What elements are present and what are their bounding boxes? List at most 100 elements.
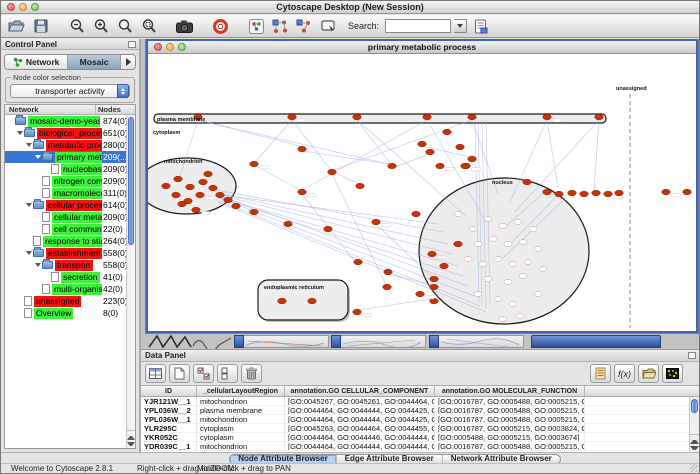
table-row[interactable]: YLR295Ccytoplasm[GO:0045263, GO:0044464,… bbox=[141, 424, 699, 433]
resize-grip[interactable] bbox=[690, 464, 698, 472]
network-node[interactable] bbox=[356, 183, 365, 189]
network-node[interactable] bbox=[436, 163, 445, 169]
network-node[interactable] bbox=[250, 161, 259, 167]
network-node[interactable] bbox=[468, 114, 477, 120]
network-node[interactable] bbox=[383, 284, 392, 290]
network-node-unselected[interactable] bbox=[474, 242, 482, 247]
minimized-window-titlebar[interactable] bbox=[429, 335, 439, 348]
network-window-titlebar[interactable]: primary metabolic process bbox=[148, 41, 696, 54]
formula-builder-icon[interactable]: f(x) bbox=[614, 364, 635, 383]
network-node-unselected[interactable] bbox=[534, 292, 542, 297]
network-node-unselected[interactable] bbox=[509, 302, 517, 307]
network-node-unselected[interactable] bbox=[469, 227, 477, 232]
network-node[interactable] bbox=[324, 226, 333, 232]
network-node[interactable] bbox=[592, 190, 601, 196]
attribute-list-icon[interactable] bbox=[590, 364, 611, 383]
network-node-unselected[interactable] bbox=[474, 292, 482, 297]
network-node[interactable] bbox=[354, 259, 363, 265]
network-node[interactable] bbox=[196, 192, 205, 198]
network-node-unselected[interactable] bbox=[514, 220, 522, 225]
network-node[interactable] bbox=[172, 192, 181, 198]
network-node-unselected[interactable] bbox=[504, 280, 512, 285]
network-node-unselected[interactable] bbox=[519, 274, 527, 279]
network-node[interactable] bbox=[384, 269, 393, 275]
tree-scroll-arrows[interactable] bbox=[127, 430, 135, 448]
network-node[interactable] bbox=[461, 163, 470, 169]
apply-spring-layout-icon[interactable] bbox=[294, 16, 315, 36]
network-node[interactable] bbox=[580, 191, 589, 197]
network-node-unselected[interactable] bbox=[454, 212, 462, 217]
column-header[interactable]: _cellularLayoutRegion bbox=[197, 386, 285, 396]
network-node[interactable] bbox=[440, 263, 449, 269]
network-node[interactable] bbox=[543, 189, 552, 195]
zoom-fit-icon[interactable] bbox=[138, 16, 159, 36]
network-node-unselected[interactable] bbox=[519, 240, 527, 245]
network-node-unselected[interactable] bbox=[464, 257, 472, 262]
tree-row-primary-metabo[interactable]: primary metabo209(... bbox=[5, 151, 135, 163]
network-node[interactable] bbox=[288, 114, 297, 120]
network-node[interactable] bbox=[224, 197, 233, 203]
network-node[interactable] bbox=[174, 176, 183, 182]
zoom-in-icon[interactable] bbox=[90, 16, 111, 36]
column-header[interactable]: annotation.GO MOLECULAR_FUNCTION bbox=[435, 386, 585, 396]
network-close-button[interactable] bbox=[154, 43, 162, 51]
table-scrollbar-thumb[interactable] bbox=[691, 399, 698, 413]
apply-layout-icon[interactable] bbox=[270, 16, 291, 36]
network-node[interactable] bbox=[353, 309, 362, 315]
network-node[interactable] bbox=[372, 219, 381, 225]
node-color-dropdown[interactable]: transporter activity bbox=[10, 84, 130, 98]
tab-network[interactable]: Network bbox=[5, 55, 68, 69]
minimized-window-titlebar[interactable] bbox=[531, 335, 661, 348]
region-plasma-membrane[interactable] bbox=[154, 114, 606, 123]
tab-mosaic[interactable]: Mosaic bbox=[68, 55, 121, 69]
snapshot-camera-icon[interactable] bbox=[174, 16, 195, 36]
tree-row-response-to-stimulu[interactable]: response to stimulu264(0) bbox=[5, 235, 135, 247]
column-header[interactable]: ID bbox=[141, 386, 197, 396]
zoom-selected-icon[interactable] bbox=[114, 16, 135, 36]
network-node-unselected[interactable] bbox=[479, 262, 487, 267]
tree-row-cell-communicat[interactable]: cell communicat22(0) bbox=[5, 223, 135, 235]
create-attribute-icon[interactable] bbox=[169, 364, 190, 383]
network-node[interactable] bbox=[199, 179, 208, 185]
delete-attribute-trash-icon[interactable] bbox=[241, 364, 262, 383]
help-lifebuoy-icon[interactable] bbox=[210, 16, 231, 36]
unselect-all-attributes-icon[interactable] bbox=[217, 364, 238, 383]
network-node[interactable] bbox=[232, 203, 241, 209]
network-node[interactable] bbox=[615, 190, 624, 196]
network-node[interactable] bbox=[523, 179, 532, 185]
zoom-out-icon[interactable] bbox=[66, 16, 87, 36]
minimize-button[interactable] bbox=[19, 3, 27, 11]
network-node[interactable] bbox=[543, 114, 552, 120]
tree-row-nucleobase-[interactable]: nucleobase-209(0) bbox=[5, 163, 135, 175]
network-node-unselected[interactable] bbox=[489, 237, 497, 242]
network-node-unselected[interactable] bbox=[529, 227, 537, 232]
network-node[interactable] bbox=[468, 156, 477, 162]
vizmapper-icon[interactable] bbox=[246, 16, 267, 36]
network-node[interactable] bbox=[662, 189, 671, 195]
network-node-unselected[interactable] bbox=[484, 277, 492, 282]
search-input[interactable] bbox=[385, 19, 451, 33]
network-node[interactable] bbox=[568, 190, 577, 196]
table-row[interactable]: YPL036W__1mitochondrion[GO:0044464, GO:0… bbox=[141, 415, 699, 424]
annotation-select-icon[interactable] bbox=[318, 16, 339, 36]
network-node[interactable] bbox=[353, 114, 362, 120]
tree-row-secretion[interactable]: secretion41(0) bbox=[5, 271, 135, 283]
tree-row-multi-organism-pro[interactable]: multi-organism pro42(0) bbox=[5, 283, 135, 295]
network-node[interactable] bbox=[186, 184, 195, 190]
minimized-window-scribble[interactable] bbox=[147, 333, 237, 349]
network-node-unselected[interactable] bbox=[534, 247, 542, 252]
attribute-browser-icon[interactable] bbox=[470, 16, 491, 36]
minimized-window[interactable] bbox=[234, 335, 329, 348]
table-row[interactable]: YKR052Ccytoplasm[GO:0044464, GO:0044446,… bbox=[141, 433, 699, 442]
heatmap-icon[interactable] bbox=[662, 364, 683, 383]
network-node[interactable] bbox=[192, 207, 201, 213]
network-node[interactable] bbox=[284, 221, 293, 227]
tree-scrollbar[interactable] bbox=[126, 115, 135, 448]
network-node[interactable] bbox=[604, 191, 613, 197]
network-node[interactable] bbox=[209, 185, 218, 191]
float-data-panel-icon[interactable] bbox=[688, 352, 696, 359]
import-attributes-folder-icon[interactable] bbox=[638, 364, 659, 383]
network-node-unselected[interactable] bbox=[504, 242, 512, 247]
network-node[interactable] bbox=[595, 114, 604, 120]
network-node[interactable] bbox=[216, 192, 225, 198]
